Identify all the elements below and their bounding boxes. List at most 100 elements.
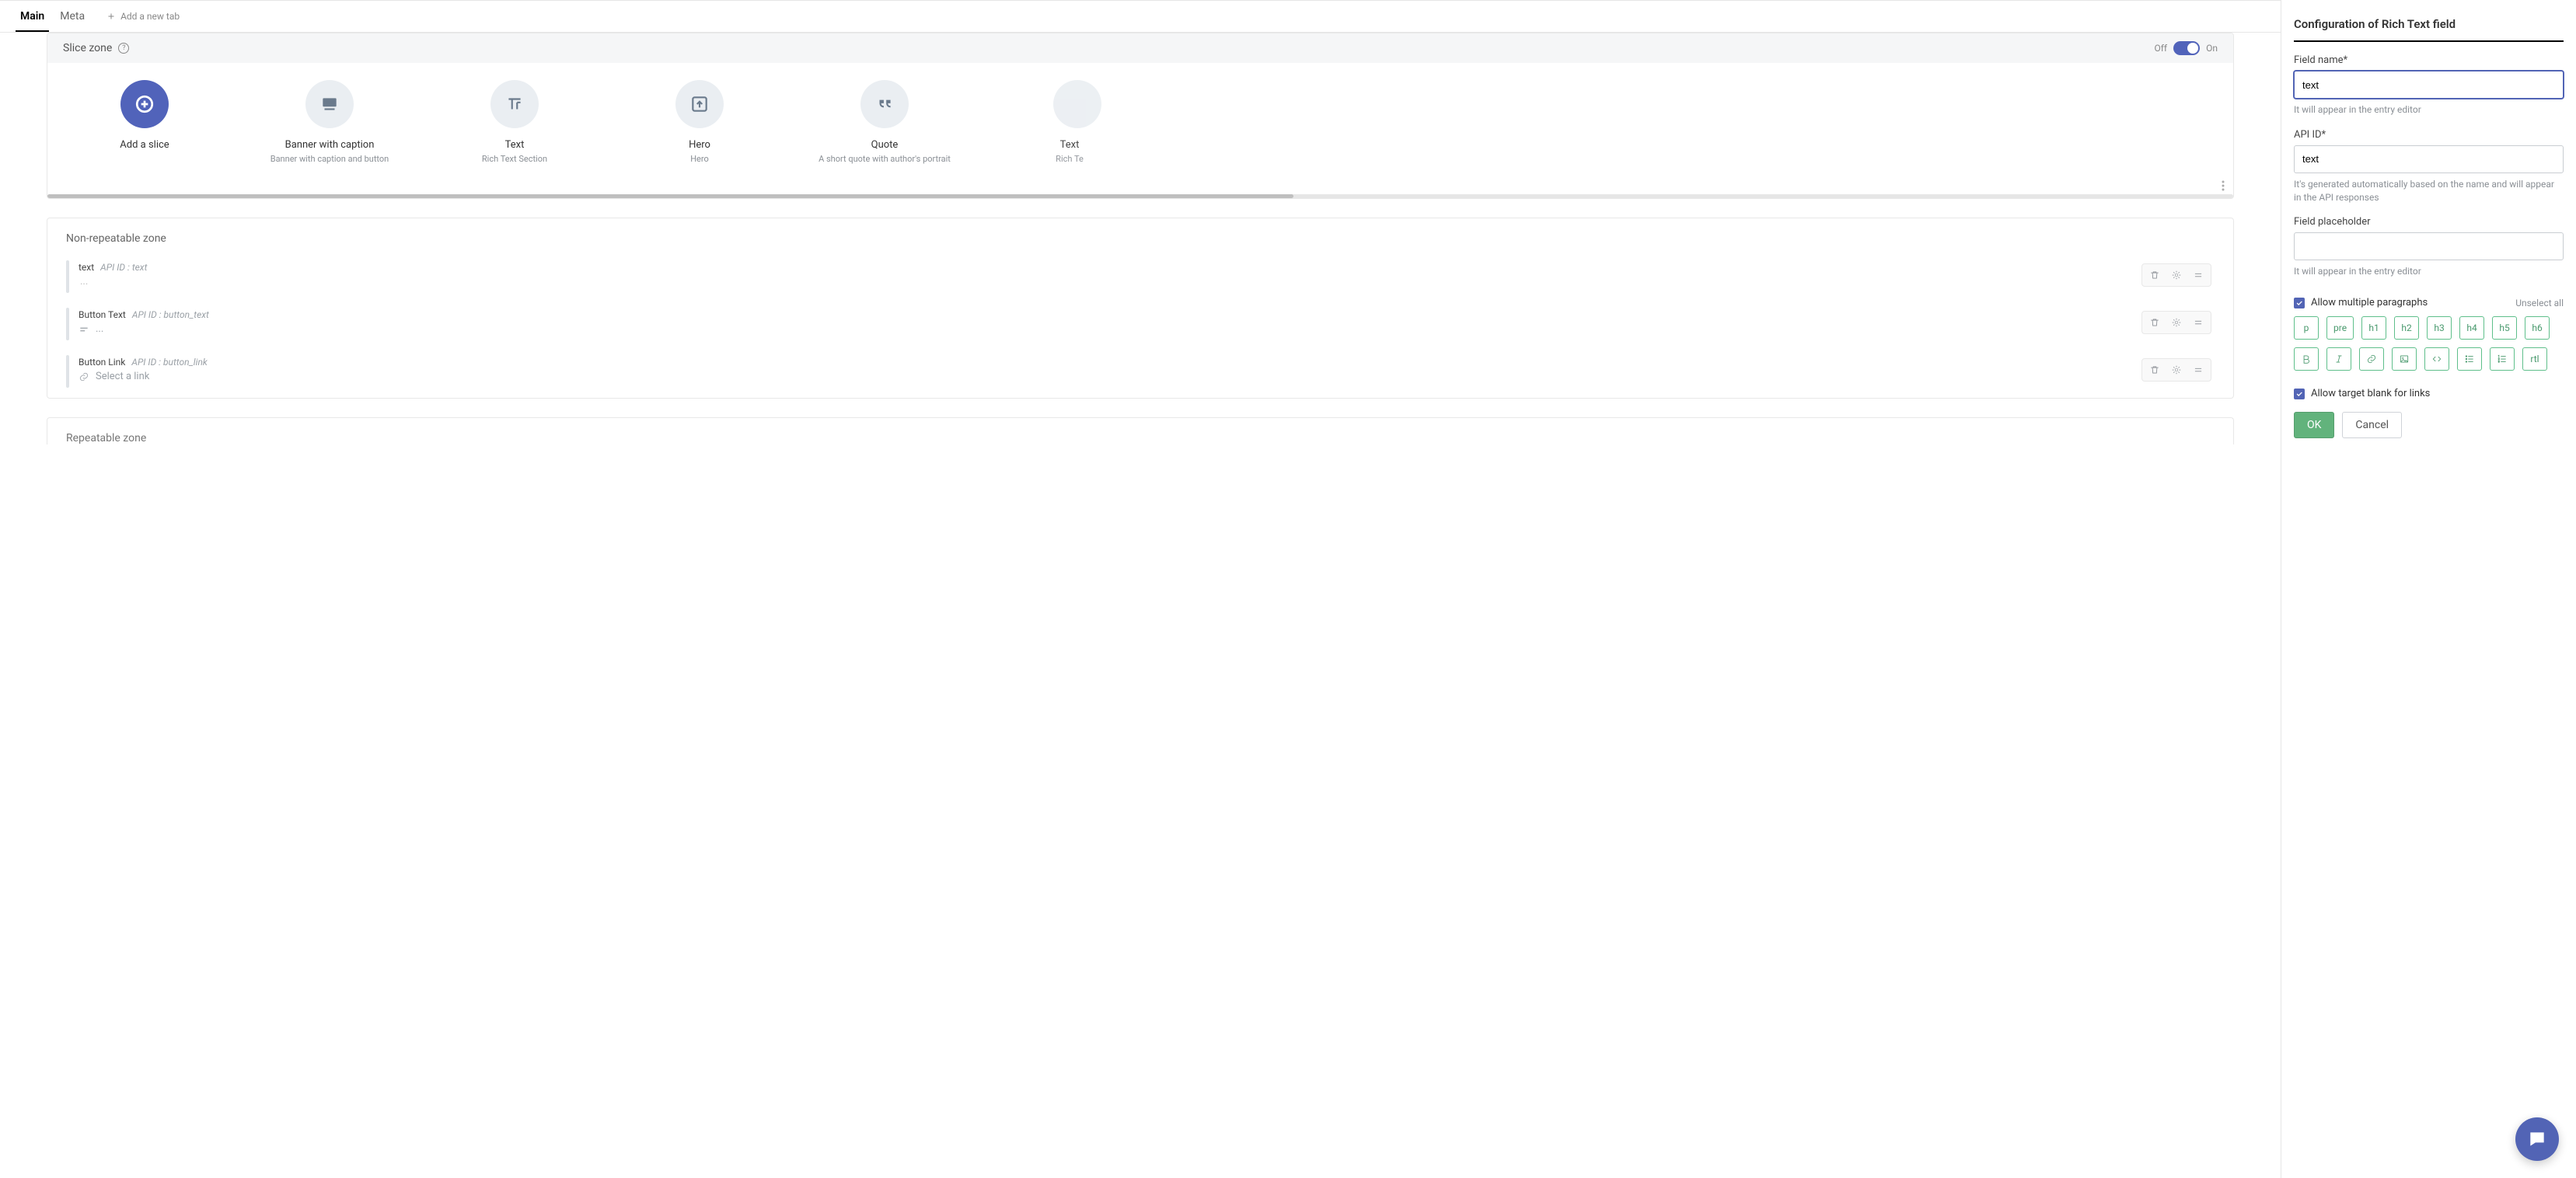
slice-add[interactable]: Add a slice [71,80,218,165]
chip-h3[interactable]: h3 [2427,316,2452,340]
chat-fab[interactable] [2515,1117,2559,1161]
drag-handle[interactable] [2190,315,2206,330]
svg-text:3: 3 [2498,361,2500,364]
allow-multi-checkbox[interactable] [2294,298,2305,308]
field-name: text [79,262,94,273]
check-icon [2295,390,2303,398]
slice-quote[interactable]: Quote A short quote with author's portra… [811,80,958,165]
unselect-all-button[interactable]: Unselect all [2515,298,2564,308]
config-sidebar: Configuration of Rich Text field Field n… [2281,0,2576,1178]
check-icon [2295,299,2303,307]
horizontal-scrollbar[interactable] [47,194,2233,198]
chip-link[interactable] [2359,347,2384,371]
chip-rtl[interactable]: rtl [2522,347,2547,371]
chip-h6[interactable]: h6 [2525,316,2550,340]
settings-button[interactable] [2169,315,2184,330]
slice-title: Hero [689,139,710,151]
settings-button[interactable] [2169,362,2184,378]
gear-icon [2171,270,2182,281]
gear-icon [2171,317,2182,328]
image-icon [2399,354,2410,364]
repeatable-zone-heading: Repeatable zone [47,417,2234,444]
slice-text[interactable]: Text Rich Text Section [441,80,588,165]
chip-h2[interactable]: h2 [2394,316,2419,340]
add-tab-button[interactable]: Add a new tab [100,3,186,30]
chip-p[interactable]: p [2294,316,2319,340]
allow-target-blank-row: Allow target blank for links [2294,388,2564,399]
drag-icon [2193,317,2204,328]
tab-meta[interactable]: Meta [55,1,89,32]
chip-embed[interactable] [2424,347,2449,371]
delete-button[interactable] [2147,362,2162,378]
slice-subtitle: Rich Te [1056,154,1084,165]
chip-bold[interactable] [2294,347,2319,371]
field-row-button-text: Button Text API ID : button_text ... [47,300,2233,347]
slice-subtitle: Rich Text Section [482,154,547,165]
help-icon[interactable]: ? [118,43,129,54]
slice-title: Add a slice [120,139,169,151]
field-name: Button Text [79,309,126,320]
field-actions [2141,311,2211,334]
settings-button[interactable] [2169,267,2184,283]
scrollbar-thumb[interactable] [47,194,1293,198]
slice-zone-title: Slice zone ? [63,42,129,54]
drag-icon [2193,364,2204,375]
field-actions [2141,263,2211,287]
chip-pre[interactable]: pre [2326,316,2354,340]
toggle-switch[interactable] [2173,41,2200,55]
slice-banner-caption[interactable]: Banner with caption Banner with caption … [256,80,403,165]
field-preview[interactable]: Select a link [96,371,149,382]
drag-handle[interactable] [2190,267,2206,283]
ok-button[interactable]: OK [2294,412,2334,438]
cancel-button[interactable]: Cancel [2342,412,2402,438]
chip-list-ul[interactable] [2457,347,2482,371]
chip-h5[interactable]: h5 [2492,316,2517,340]
chat-icon [2527,1129,2547,1149]
trash-icon [2149,270,2160,281]
dots-vertical-icon [2221,180,2225,191]
placeholder-input[interactable] [2294,232,2564,260]
api-id-value: text [132,262,148,273]
toggle-on-label: On [2206,43,2218,54]
api-id-input[interactable] [2294,145,2564,173]
field-name-hint: It will appear in the entry editor [2294,103,2564,117]
chip-image[interactable] [2392,347,2417,371]
non-repeatable-zone: Non-repeatable zone text API ID : text .… [47,218,2234,399]
chip-list-ol[interactable]: 123 [2490,347,2515,371]
field-preview[interactable]: ... [96,323,103,335]
api-id-label: API ID : [131,357,161,368]
slice-zone-toggle: Off On [2155,41,2218,55]
target-blank-checkbox[interactable] [2294,389,2305,399]
format-chip-grid: p pre h1 h2 h3 h4 h5 h6 123 rtl [2294,316,2564,371]
plus-icon [106,12,116,21]
delete-button[interactable] [2147,315,2162,330]
slice-text-2[interactable]: Text Rich Te [996,80,1143,165]
field-name-input[interactable] [2294,71,2564,99]
plus-circle-icon [134,94,155,114]
code-icon [2431,354,2442,364]
drag-handle[interactable] [2190,362,2206,378]
quote-icon [874,94,895,114]
slice-title: Text [1060,139,1080,151]
link-icon [2366,354,2377,364]
chip-italic[interactable] [2326,347,2351,371]
allow-multi-row: Allow multiple paragraphs Unselect all [2294,297,2564,308]
chip-h4[interactable]: h4 [2459,316,2484,340]
button-row: OK Cancel [2294,412,2564,438]
lines-icon [79,324,89,335]
field-row-button-link: Button Link API ID : button_link Select … [47,347,2233,395]
drag-icon [2193,270,2204,281]
bold-icon [2301,354,2312,364]
main-column: Main Meta Add a new tab Slice zone ? Off [0,0,2281,1178]
slices-row: Add a slice Banner with caption Banner w… [47,63,2233,179]
add-tab-label: Add a new tab [120,11,180,22]
delete-button[interactable] [2147,267,2162,283]
zone-heading: Non-repeatable zone [47,232,2233,253]
placeholder-label: Field placeholder [2294,216,2564,228]
image-caption-icon [319,94,340,114]
slice-hero[interactable]: Hero Hero [626,80,773,165]
field-preview[interactable]: ... [80,276,147,288]
tab-main[interactable]: Main [16,1,49,32]
api-id-label: API ID : [100,262,130,273]
chip-h1[interactable]: h1 [2361,316,2386,340]
